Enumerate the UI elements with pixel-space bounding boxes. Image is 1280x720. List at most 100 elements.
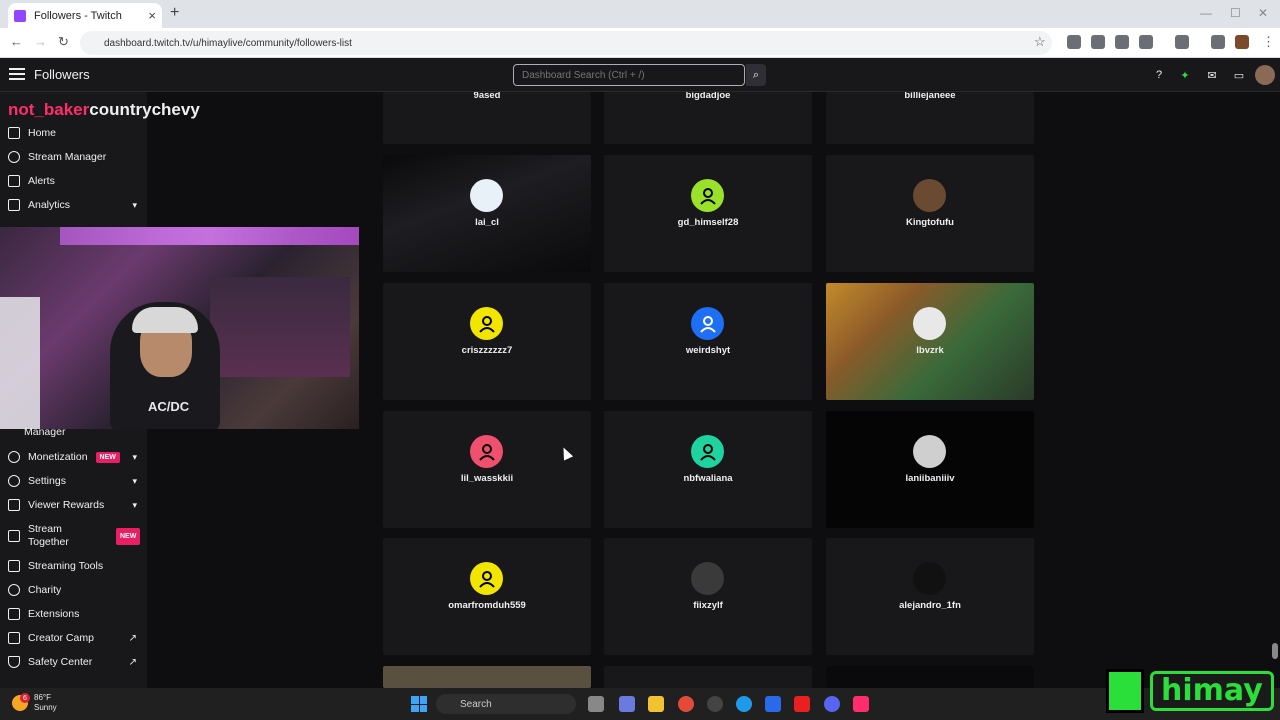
- follower-name: weirdshyt: [685, 345, 731, 356]
- follower-card[interactable]: lbvzrk: [826, 283, 1034, 400]
- follower-card[interactable]: [383, 666, 591, 688]
- extension-icon[interactable]: [1175, 35, 1189, 49]
- obs-icon[interactable]: [707, 696, 723, 712]
- sidebar-item-analytics[interactable]: Analytics ▾: [0, 194, 147, 216]
- browser-tab[interactable]: Followers - Twitch ×: [8, 3, 162, 28]
- follower-card[interactable]: [604, 666, 812, 688]
- menu-kebab-icon[interactable]: ⋮: [1262, 34, 1275, 50]
- sidebar-item-label: Viewer Rewards: [28, 499, 105, 511]
- profile-icon[interactable]: [1235, 35, 1249, 49]
- follower-card[interactable]: weirdshyt: [604, 283, 812, 400]
- reload-icon[interactable]: ↻: [58, 34, 69, 50]
- himay-logo: himay: [1106, 667, 1276, 717]
- sidebar-item-stream-manager[interactable]: Stream Manager: [0, 146, 147, 168]
- bookmark-star-icon[interactable]: ☆: [1034, 34, 1046, 50]
- whispers-icon[interactable]: ▭: [1232, 68, 1246, 82]
- follower-card[interactable]: alejandro_1fn: [826, 538, 1034, 655]
- sidebar-item-safety-center[interactable]: Safety Center ↗: [0, 651, 147, 673]
- sidebar-item-settings[interactable]: Settings ▾: [0, 470, 147, 492]
- user-avatar[interactable]: [1255, 65, 1275, 85]
- follower-name: lil_wasskkii: [460, 473, 514, 484]
- edge-icon[interactable]: [736, 696, 752, 712]
- sidebar-item-label: Creator Camp: [28, 632, 94, 644]
- broadcast-icon: [8, 151, 20, 163]
- default-user-icon: [470, 307, 503, 340]
- follower-avatar: [913, 562, 946, 595]
- follower-avatar: [913, 179, 946, 212]
- follower-card[interactable]: criszzzzzz7: [383, 283, 591, 400]
- follower-card[interactable]: gd_himself28: [604, 155, 812, 272]
- weather-widget[interactable]: 86°F Sunny: [12, 693, 57, 713]
- extensions-puzzle-icon[interactable]: [1139, 35, 1153, 49]
- browser-tabbar: Followers - Twitch × + — ☐ ✕: [0, 0, 1280, 28]
- sidebar-item-viewer-rewards[interactable]: Viewer Rewards ▾: [0, 494, 147, 516]
- youtube-icon[interactable]: [794, 696, 810, 712]
- sidebar-item-monetization[interactable]: Monetization NEW ▾: [0, 446, 147, 468]
- task-view-icon[interactable]: [588, 696, 604, 712]
- copilot-icon[interactable]: [619, 696, 635, 712]
- windows-start-icon[interactable]: [411, 696, 427, 712]
- sidebar-item-alerts[interactable]: Alerts: [0, 170, 147, 192]
- follower-card[interactable]: omarfromduh559: [383, 538, 591, 655]
- follower-card[interactable]: nbfwaliana: [604, 411, 812, 528]
- follower-card[interactable]: lil_wasskkii: [383, 411, 591, 528]
- follower-name: bigdadjoe: [685, 92, 731, 101]
- alert-prefix: not_baker: [8, 100, 90, 119]
- dollar-icon: [8, 451, 20, 463]
- help-icon[interactable]: ?: [1152, 68, 1166, 82]
- page-scrollbar[interactable]: [1272, 643, 1278, 659]
- follower-name: laniibaniiiv: [905, 473, 955, 484]
- weather-text: 86°F Sunny: [34, 693, 57, 713]
- maximize-icon[interactable]: ☐: [1230, 6, 1241, 20]
- sidebar-item-extensions[interactable]: Extensions: [0, 603, 147, 625]
- sparkle-icon[interactable]: ✦: [1178, 68, 1192, 82]
- forward-icon[interactable]: →: [34, 34, 47, 49]
- weather-desc: Sunny: [34, 703, 57, 712]
- sidebar-item-creator-camp[interactable]: Creator Camp ↗: [0, 627, 147, 649]
- default-user-icon: [691, 435, 724, 468]
- follower-card[interactable]: lai_cl: [383, 155, 591, 272]
- background-box: [0, 297, 40, 429]
- file-explorer-icon[interactable]: [648, 696, 664, 712]
- follower-card[interactable]: Kingtofufu: [826, 155, 1034, 272]
- follower-card[interactable]: bigdadjoe: [604, 92, 812, 144]
- chrome-icon[interactable]: [678, 696, 694, 712]
- follower-card[interactable]: laniibaniiiv: [826, 411, 1034, 528]
- inbox-icon[interactable]: ✉: [1205, 68, 1219, 82]
- close-tab-icon[interactable]: ×: [148, 8, 156, 23]
- sidebar-item-charity[interactable]: Charity: [0, 579, 147, 601]
- sidebar-item-home[interactable]: Home: [0, 122, 147, 144]
- discord-icon[interactable]: [824, 696, 840, 712]
- windows-taskbar: [0, 688, 1280, 720]
- sidebar-item-streaming-tools[interactable]: Streaming Tools: [0, 555, 147, 577]
- tiktok-icon[interactable]: [853, 696, 869, 712]
- extension-icon[interactable]: [1115, 35, 1129, 49]
- extension-icon[interactable]: [1211, 35, 1225, 49]
- streamer-cap: [132, 307, 198, 333]
- sidebar-item-label: Safety Center: [28, 656, 93, 668]
- chevron-down-icon: ▾: [132, 199, 137, 210]
- sidebar-item-label: Analytics: [28, 199, 71, 211]
- url-field[interactable]: dashboard.twitch.tv/u/himaylive/communit…: [80, 31, 1052, 55]
- new-tab-icon[interactable]: +: [170, 4, 179, 22]
- extension-icon[interactable]: [1091, 35, 1105, 49]
- url-text: dashboard.twitch.tv/u/himaylive/communit…: [104, 37, 352, 49]
- close-window-icon[interactable]: ✕: [1258, 6, 1268, 20]
- external-link-icon: ↗: [128, 632, 137, 644]
- follower-card[interactable]: [826, 666, 1034, 688]
- follower-card[interactable]: billiejaneee: [826, 92, 1034, 144]
- follower-card[interactable]: 9ased: [383, 92, 591, 144]
- store-icon[interactable]: [765, 696, 781, 712]
- extension-icon[interactable]: [1067, 35, 1081, 49]
- hamburger-menu-icon[interactable]: [9, 68, 25, 82]
- dashboard-search-input[interactable]: [513, 64, 745, 86]
- sidebar-item-label: Streaming Tools: [28, 560, 104, 572]
- back-icon[interactable]: ←: [10, 34, 23, 49]
- taskbar-search[interactable]: Search: [436, 694, 576, 714]
- minimize-icon[interactable]: —: [1200, 6, 1212, 20]
- follower-name: billiejaneee: [904, 92, 956, 101]
- follower-card[interactable]: fiixzylf: [604, 538, 812, 655]
- sidebar-item-manager[interactable]: Manager: [24, 426, 65, 438]
- sidebar-item-stream-together[interactable]: Stream Together NEW: [0, 522, 147, 550]
- search-icon[interactable]: ⌕: [746, 64, 766, 86]
